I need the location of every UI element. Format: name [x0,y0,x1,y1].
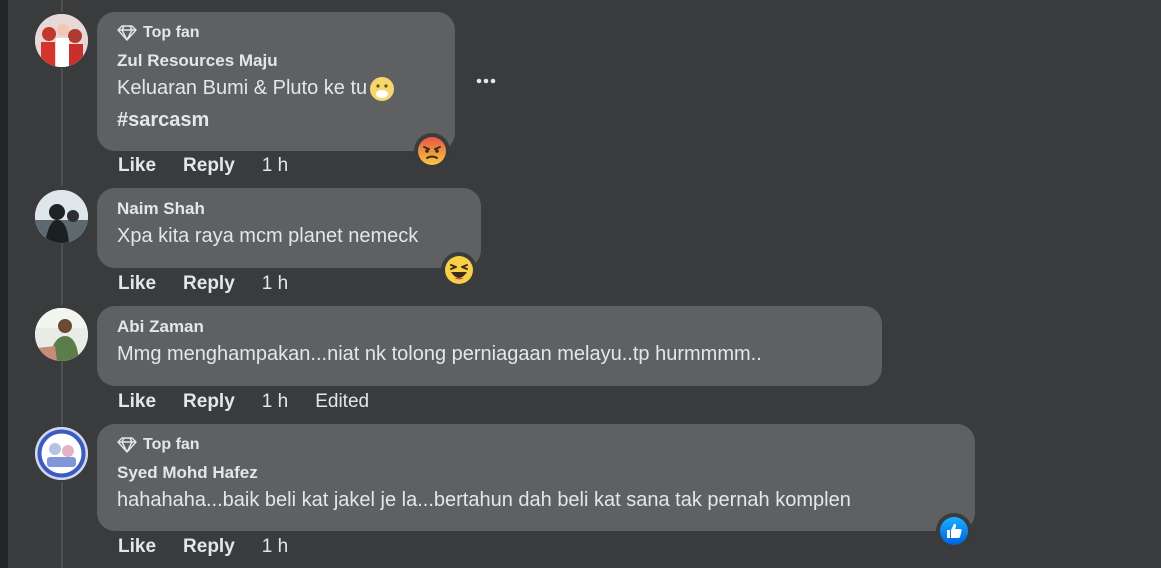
like-button[interactable]: Like [118,155,156,177]
thread-line [61,482,63,568]
reaction-badge[interactable] [416,135,448,167]
diamond-icon [117,437,137,453]
avatar[interactable] [35,14,88,67]
comment-bubble: Top fan Zul Resources Maju Keluaran Bumi… [97,12,455,151]
comment-text-line: Keluaran Bumi & Pluto ke tu [117,77,368,99]
badge-label: Top fan [143,436,200,453]
thread-line [61,361,63,426]
like-button[interactable]: Like [118,391,156,413]
comment-author[interactable]: Abi Zaman [117,316,862,338]
comment-actions: Like Reply 1 h [118,154,315,178]
comment-bubble: Abi Zaman Mmg menghampakan...niat nk tol… [97,306,882,386]
comment-actions: Like Reply 1 h [118,535,315,559]
avatar[interactable] [35,190,88,243]
comment-actions: Like Reply 1 h Edited [118,390,369,414]
avatar[interactable] [35,308,88,361]
edited-label[interactable]: Edited [315,391,369,413]
comment-author[interactable]: Naim Shah [117,198,461,220]
comment-text: Mmg menghampakan...niat nk tolong pernia… [117,343,762,365]
timestamp[interactable]: 1 h [262,391,288,413]
reaction-badge[interactable] [443,254,475,286]
thread-line [61,0,63,12]
top-fan-badge: Top fan [117,434,955,456]
diamond-icon [117,25,137,41]
thumbs-up-icon [940,517,968,545]
comment-bubble: Top fan Syed Mohd Hafez hahahaha...baik … [97,424,975,531]
comment-text-line: #sarcasm [117,109,210,131]
timestamp[interactable]: 1 h [262,155,288,177]
more-options-button[interactable] [473,68,499,94]
comment-text: Keluaran Bumi & Pluto ke tu [117,72,435,104]
comment-actions: Like Reply 1 h [118,272,315,296]
badge-label: Top fan [143,24,200,41]
reply-button[interactable]: Reply [183,391,235,413]
reply-button[interactable]: Reply [183,273,235,295]
comment-text: Xpa kita raya mcm planet nemeck [117,225,419,247]
comment-author[interactable]: Zul Resources Maju [117,50,435,72]
like-button[interactable]: Like [118,273,156,295]
comment-author[interactable]: Syed Mohd Hafez [117,462,955,484]
comment-bubble: Naim Shah Xpa kita raya mcm planet nemec… [97,188,481,268]
laughing-face-icon [445,256,473,284]
more-dots-icon [476,78,496,84]
hand-over-mouth-emoji-icon [369,76,395,102]
reply-button[interactable]: Reply [183,155,235,177]
timestamp[interactable]: 1 h [262,273,288,295]
thread-line [61,68,63,186]
avatar[interactable] [35,427,88,480]
top-fan-badge: Top fan [117,22,435,44]
timestamp[interactable]: 1 h [262,536,288,558]
reply-button[interactable]: Reply [183,536,235,558]
left-panel-edge [0,0,8,568]
reaction-badge[interactable] [938,515,970,547]
like-button[interactable]: Like [118,536,156,558]
comment-text: hahahaha...baik beli kat jakel je la...b… [117,489,851,511]
thread-line [61,243,63,305]
angry-face-icon [418,137,446,165]
